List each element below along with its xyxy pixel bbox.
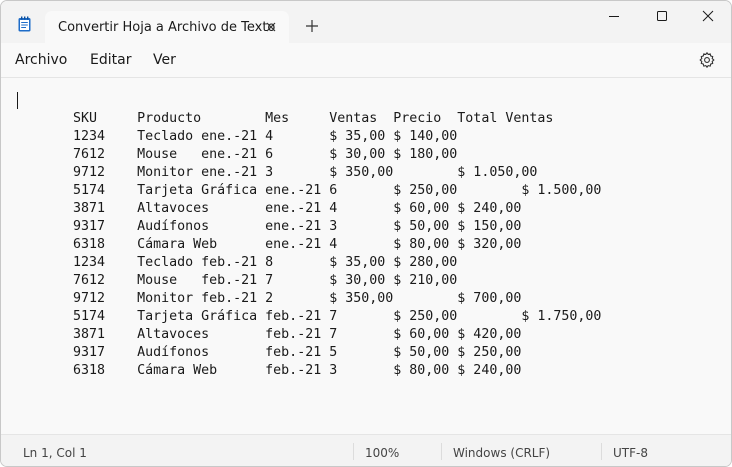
- status-divider: [353, 443, 354, 460]
- editor-line: 9317 Audífonos feb.-21 5 $ 50,00 $ 250,0…: [17, 345, 522, 360]
- editor-line: 6318 Cámara Web ene.-21 4 $ 80,00 $ 320,…: [17, 237, 522, 252]
- editor-line: 7612 Mouse feb.-21 7 $ 30,00 $ 210,00: [17, 273, 458, 288]
- gear-icon[interactable]: [698, 51, 716, 69]
- editor-line: 3871 Altavoces feb.-21 7 $ 60,00 $ 420,0…: [17, 327, 522, 342]
- editor-line: 6318 Cámara Web feb.-21 3 $ 80,00 $ 240,…: [17, 363, 522, 378]
- menu-edit[interactable]: Editar: [90, 52, 131, 68]
- minimize-icon: [609, 16, 619, 17]
- editor-line: SKU Producto Mes Ventas Precio Total Ven…: [17, 111, 554, 126]
- editor-line: 5174 Tarjeta Gráfica feb.-21 7 $ 250,00 …: [17, 309, 602, 324]
- menu-file[interactable]: Archivo: [15, 52, 67, 68]
- text-caret: [17, 92, 18, 109]
- encoding: UTF-8: [613, 446, 648, 460]
- editor-line: 7612 Mouse ene.-21 6 $ 30,00 $ 180,00: [17, 147, 458, 162]
- status-divider: [601, 443, 602, 460]
- editor-line: 1234 Teclado feb.-21 8 $ 35,00 $ 280,00: [17, 255, 458, 270]
- editor-line: 9712 Monitor feb.-21 2 $ 350,00 $ 700,00: [17, 291, 522, 306]
- close-icon[interactable]: [263, 19, 279, 35]
- maximize-button[interactable]: [639, 1, 685, 33]
- close-icon: [702, 10, 714, 22]
- zoom-level: 100%: [365, 446, 400, 460]
- maximize-icon: [657, 11, 667, 21]
- close-window-button[interactable]: [685, 1, 731, 33]
- tab-document[interactable]: Convertir Hoja a Archivo de Texto: [45, 11, 289, 44]
- line-ending: Windows (CRLF): [453, 446, 551, 460]
- editor-line: 5174 Tarjeta Gráfica ene.-21 6 $ 250,00 …: [17, 183, 602, 198]
- editor-line: 1234 Teclado ene.-21 4 $ 35,00 $ 140,00: [17, 129, 458, 144]
- menu-view[interactable]: Ver: [153, 52, 176, 68]
- notepad-window: Convertir Hoja a Archivo de Texto Archiv…: [0, 0, 732, 467]
- tab-title: Convertir Hoja a Archivo de Texto: [58, 20, 276, 35]
- notepad-icon: [18, 16, 31, 32]
- editor-line: 3871 Altavoces ene.-21 4 $ 60,00 $ 240,0…: [17, 201, 522, 216]
- status-divider: [441, 443, 442, 460]
- text-editor[interactable]: SKU Producto Mes Ventas Precio Total Ven…: [1, 78, 731, 433]
- status-bar: Ln 1, Col 1 100% Windows (CRLF) UTF-8: [1, 434, 731, 466]
- title-bar: Convertir Hoja a Archivo de Texto: [1, 1, 731, 44]
- cursor-position: Ln 1, Col 1: [23, 446, 87, 460]
- editor-line: 9712 Monitor ene.-21 3 $ 350,00 $ 1.050,…: [17, 165, 538, 180]
- editor-line: 9317 Audífonos ene.-21 3 $ 50,00 $ 150,0…: [17, 219, 522, 234]
- menu-bar: Archivo Editar Ver: [1, 43, 731, 78]
- plus-icon[interactable]: [305, 19, 319, 33]
- editor-text: SKU Producto Mes Ventas Precio Total Ven…: [17, 110, 601, 380]
- minimize-button[interactable]: [591, 1, 637, 33]
